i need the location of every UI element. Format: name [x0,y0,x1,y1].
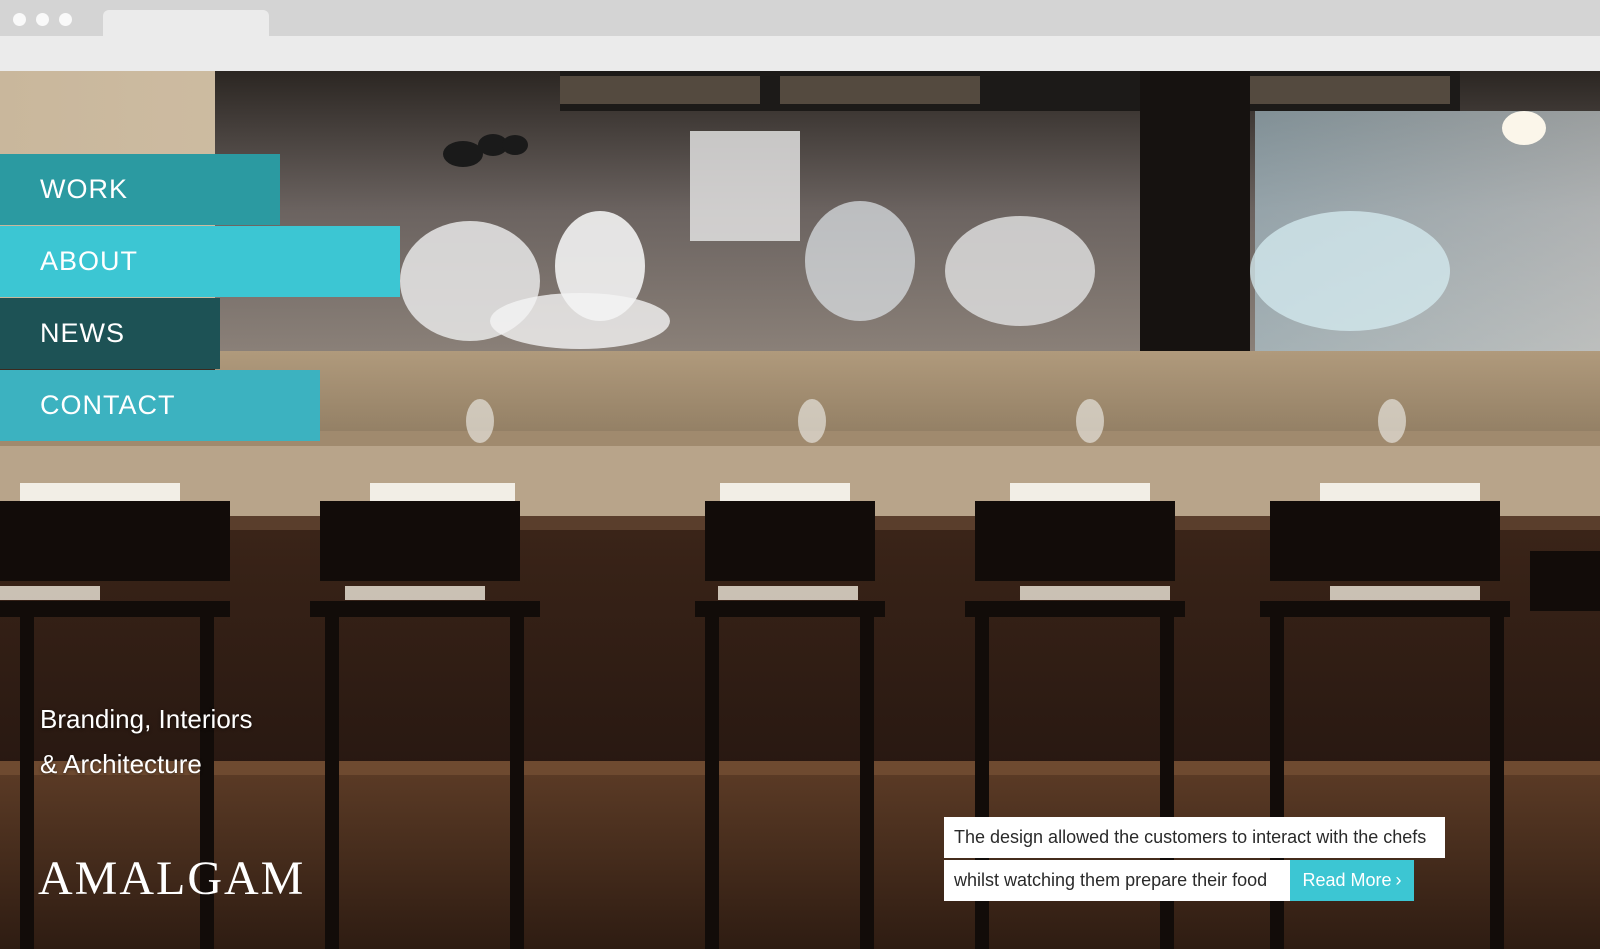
window-close-dot[interactable] [13,13,26,26]
read-more-label: Read More [1302,870,1392,890]
tagline: Branding, Interiors & Architecture [40,697,252,787]
browser-chrome [0,0,1600,71]
nav-item-work[interactable]: WORK [0,154,280,225]
window-minimize-dot[interactable] [36,13,49,26]
tagline-line-2: & Architecture [40,749,202,779]
tagline-line-1: Branding, Interiors [40,704,253,734]
window-maximize-dot[interactable] [59,13,72,26]
browser-toolbar [0,36,1600,71]
nav-item-label: NEWS [40,318,125,348]
amalgam-logo[interactable]: AMALGAM [38,851,305,906]
nav-item-about[interactable]: ABOUT [0,226,400,297]
nav-item-contact[interactable]: CONTACT [0,370,320,441]
browser-tab[interactable] [103,10,269,36]
caption-line-2: whilst watching them prepare their food [944,860,1290,901]
read-more-button[interactable]: Read More › [1290,860,1414,901]
page-viewport: WORK ABOUT NEWS CONTACT Branding, Interi… [0,71,1600,949]
nav-item-label: ABOUT [40,246,139,276]
chevron-right-icon: › [1395,870,1402,890]
nav-item-news[interactable]: NEWS [0,298,220,369]
nav-item-label: CONTACT [40,390,176,420]
nav-item-label: WORK [40,174,128,204]
caption-line-1: The design allowed the customers to inte… [944,817,1445,858]
